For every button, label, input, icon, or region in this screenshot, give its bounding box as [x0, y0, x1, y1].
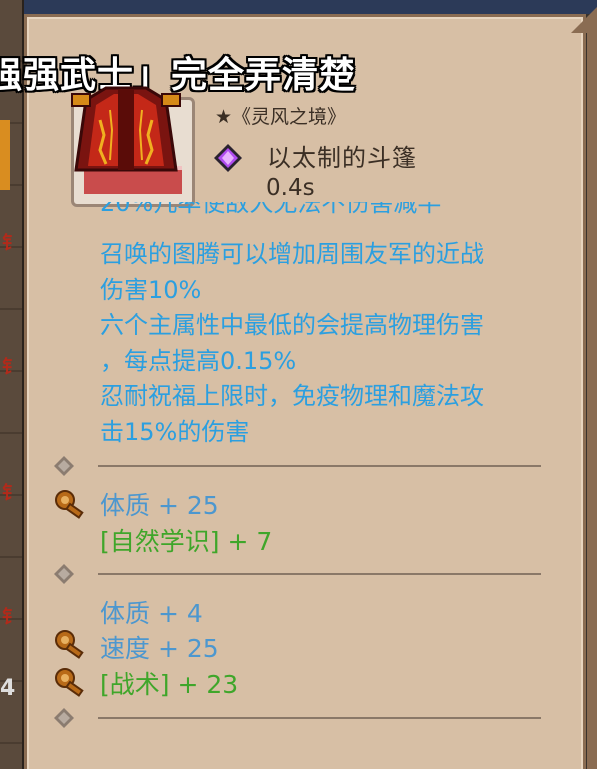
- orange-bar-decoration: [0, 120, 10, 190]
- socket-diamond-icon[interactable]: [53, 707, 75, 729]
- background-top-strip: [0, 0, 597, 14]
- description-line: 击15%的伤害: [100, 417, 250, 446]
- panel-edge-decoration: [587, 33, 597, 769]
- section-divider: [98, 717, 541, 719]
- red-rune-icon: 钅: [2, 483, 20, 504]
- description-line: 伤害10%: [100, 275, 202, 304]
- description-line-cut: 20%几率使敌人无法不伤害减半: [100, 202, 442, 217]
- description-line: 忍耐祝福上限时，免疫物理和魔法攻: [100, 382, 484, 410]
- purple-gem-icon: [214, 144, 242, 172]
- item-description: 20%几率使敌人无法不伤害减半 召唤的图腾可以增加周围友军的近战 伤害10% 六…: [100, 202, 560, 450]
- stat-line: 体质 + 25: [100, 491, 219, 520]
- game-screen: 钅 钅 钅 钅 4 强强武士」完全弄清楚 ★《灵风之境》 以太制的斗篷 0.4s…: [0, 0, 597, 769]
- red-rune-icon: 钅: [2, 357, 20, 378]
- section-divider: [98, 573, 541, 575]
- key-icon: [55, 630, 84, 659]
- item-set-name: ★《灵风之境》: [215, 106, 347, 128]
- socket-diamond-icon[interactable]: [53, 455, 75, 477]
- red-rune-icon: 钅: [2, 607, 20, 628]
- stat-line: [自然学识] + 7: [100, 527, 273, 556]
- stat-line: 速度 + 25: [100, 634, 219, 663]
- description-line: 六个主属性中最低的会提高物理伤害: [100, 311, 484, 339]
- stat-line: 体质 + 4: [100, 599, 203, 628]
- stat-line: [战术] + 23: [100, 670, 239, 699]
- description-line: 召唤的图腾可以增加周围友军的近战: [100, 240, 484, 268]
- socket-diamond-icon[interactable]: [53, 563, 75, 585]
- key-icon: [55, 668, 84, 697]
- description-line: ，每点提高0.15%: [100, 346, 297, 375]
- key-icon: [55, 490, 84, 519]
- background-digit: 4: [0, 676, 16, 701]
- item-name: 以太制的斗篷: [267, 144, 417, 172]
- red-rune-icon: 钅: [2, 233, 20, 254]
- red-cloak-icon: [71, 86, 181, 172]
- background-left-strip: 钅 钅 钅 钅 4: [0, 0, 24, 769]
- section-divider: [98, 465, 541, 467]
- panel-corner-decoration: [571, 7, 597, 33]
- item-cast-time: 0.4s: [266, 175, 315, 201]
